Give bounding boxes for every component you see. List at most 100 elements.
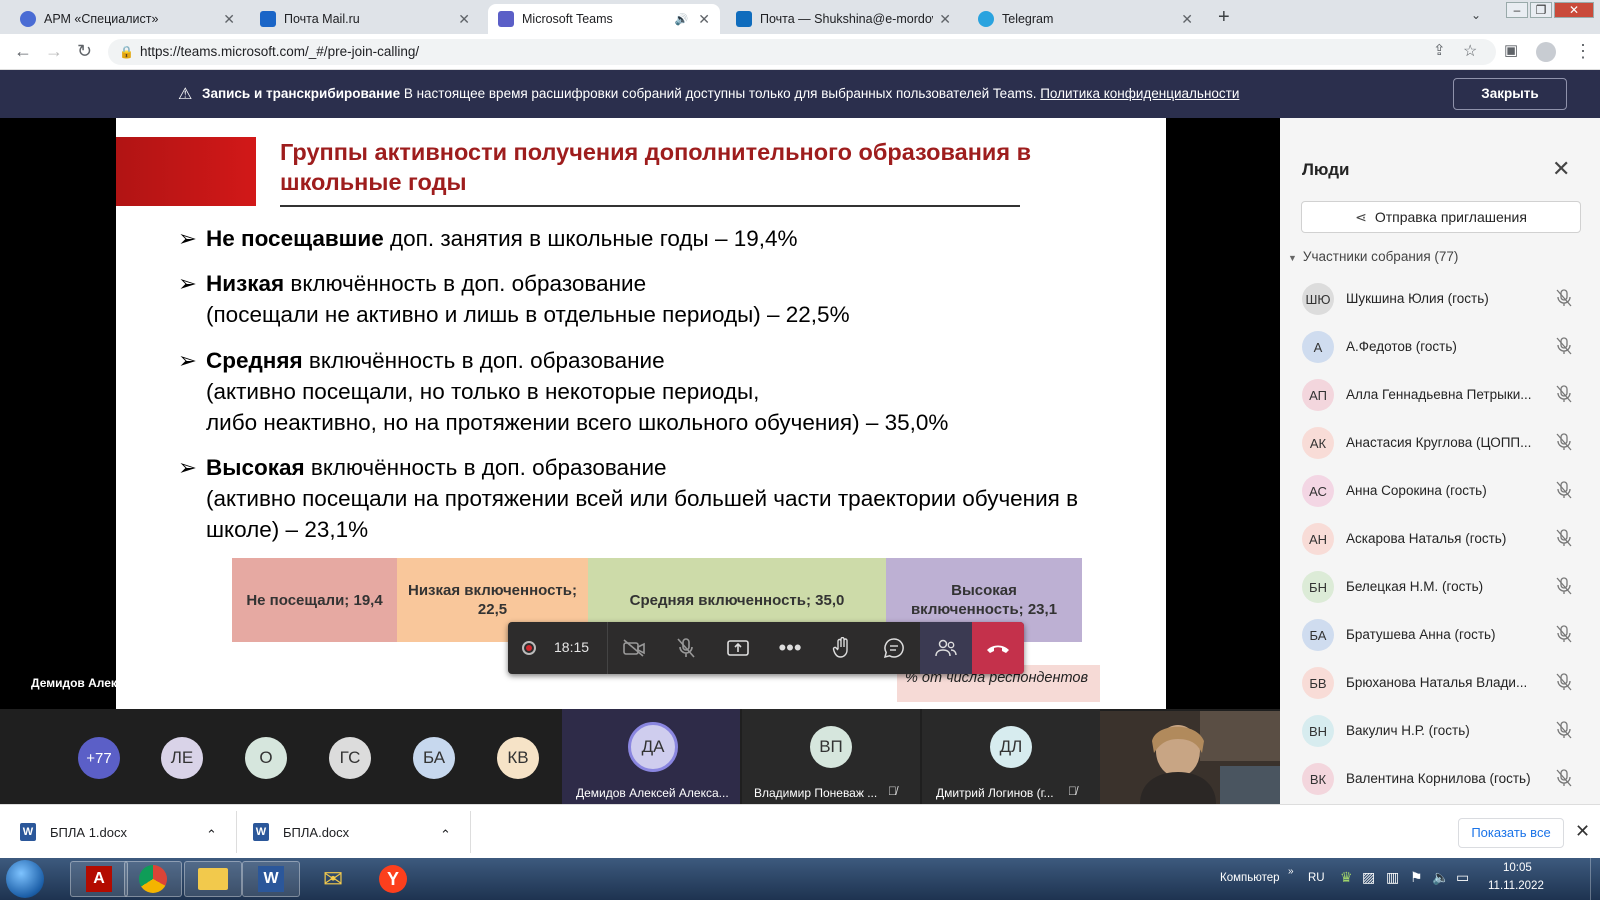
taskbar-acrobat[interactable]: A	[70, 861, 128, 897]
close-tab-icon[interactable]: ✕	[1181, 11, 1193, 28]
mic-off-icon	[677, 638, 695, 658]
tab-teams[interactable]: Microsoft Teams 🔊 ✕	[488, 4, 720, 34]
tray-time[interactable]: 10:05	[1503, 862, 1532, 874]
participant-row[interactable]: ВН Вакулич Н.Р. (гость)	[1280, 708, 1600, 754]
start-button[interactable]	[6, 860, 44, 898]
video-tile-demidov[interactable]: ДА Демидов Алексей Алекса...	[562, 709, 740, 804]
participant-row[interactable]: ШЮ Шукшина Юлия (гость)	[1280, 276, 1600, 322]
close-tab-icon[interactable]: ✕	[223, 11, 235, 28]
bullet-line: (активно посещали, но только в некоторые…	[206, 379, 760, 404]
participant-name: Белецкая Н.М. (гость)	[1346, 579, 1484, 594]
chat-button[interactable]	[868, 622, 920, 674]
taskbar-word[interactable]: W	[242, 861, 300, 897]
more-participants-badge[interactable]: +77	[78, 737, 120, 779]
tab-mailru[interactable]: Почта Mail.ru ✕	[250, 4, 480, 34]
participant-avatar[interactable]: БА	[413, 737, 455, 779]
mic-off-button[interactable]	[660, 622, 712, 674]
arrow-bullet-icon: ➢	[178, 348, 197, 373]
show-all-downloads-button[interactable]: Показать все	[1458, 818, 1564, 848]
minimize-button[interactable]: –	[1506, 2, 1528, 18]
forward-arrow-icon[interactable]: →	[45, 41, 63, 62]
new-tab-button[interactable]: +	[1218, 6, 1230, 29]
tray-monitor-icon[interactable]: ▭	[1456, 869, 1469, 886]
share-icon[interactable]: ⇪	[1433, 41, 1446, 59]
sidepanel-icon[interactable]: ▣	[1504, 41, 1518, 59]
participant-avatar[interactable]: О	[245, 737, 287, 779]
speaker-icon[interactable]: 🔊	[675, 13, 689, 26]
taskbar-chrome[interactable]	[124, 861, 182, 897]
tray-volume-icon[interactable]: 🔈	[1432, 869, 1449, 886]
download-item[interactable]: W БПЛА.docx	[253, 817, 349, 847]
call-controls-bar: 18:15 •••	[508, 622, 1024, 674]
privacy-link[interactable]: Политика конфиденциальности	[1040, 86, 1239, 101]
participant-name: Вакулич Н.Р. (гость)	[1346, 723, 1470, 738]
people-button[interactable]	[920, 622, 972, 674]
video-person-image	[1100, 711, 1280, 804]
tray-flag-icon[interactable]: ⚑	[1410, 869, 1423, 886]
tab-arm[interactable]: АРМ «Специалист» ✕	[10, 4, 245, 34]
close-banner-button[interactable]: Закрыть	[1453, 78, 1567, 110]
tray-computer-label[interactable]: Компьютер	[1220, 872, 1280, 884]
tray-language[interactable]: RU	[1308, 872, 1325, 884]
address-bar[interactable]: 🔒 https://teams.microsoft.com/_#/pre-joi…	[108, 39, 1496, 65]
close-downloads-icon[interactable]: ✕	[1575, 821, 1590, 842]
restore-button[interactable]: ❐	[1530, 2, 1552, 18]
teams-favicon-icon	[498, 11, 514, 27]
participant-row[interactable]: БВ Брюханова Наталья Влади...	[1280, 660, 1600, 706]
taskbar-yandex[interactable]: Y	[364, 861, 422, 897]
send-invite-button[interactable]: ⋖ Отправка приглашения	[1301, 201, 1581, 233]
taskbar-mail-agent[interactable]: ✉	[304, 861, 362, 897]
participant-avatar: АК	[1302, 427, 1334, 459]
participant-row[interactable]: АК Анастасия Круглова (ЦОПП...	[1280, 420, 1600, 466]
participant-row[interactable]: БА Братушева Анна (гость)	[1280, 612, 1600, 658]
tray-app-icon[interactable]: ▨	[1362, 869, 1375, 886]
reload-icon[interactable]: ↻	[77, 41, 92, 62]
participant-row[interactable]: А А.Федотов (гость)	[1280, 324, 1600, 370]
mic-muted-icon	[1556, 337, 1572, 359]
back-arrow-icon[interactable]: ←	[14, 41, 32, 62]
participant-avatar[interactable]: ГС	[329, 737, 371, 779]
camera-video-feed[interactable]	[1100, 711, 1280, 804]
video-tile-ponevazh[interactable]: ВП Владимир Поневаж ... 🎙̸	[742, 709, 920, 804]
tray-date[interactable]: 11.11.2022	[1488, 880, 1544, 892]
participants-section-header[interactable]: ▼ Участники собрания (77)	[1288, 249, 1458, 264]
raise-hand-button[interactable]	[816, 622, 868, 674]
bookmark-star-icon[interactable]: ☆	[1463, 41, 1477, 61]
close-tab-icon[interactable]: ✕	[458, 11, 470, 28]
download-item[interactable]: W БПЛА 1.docx	[20, 817, 127, 847]
participant-avatar: БН	[1302, 571, 1334, 603]
share-screen-button[interactable]	[712, 622, 764, 674]
tray-expand-icon[interactable]: »	[1288, 866, 1294, 877]
tab-search-chevron-icon[interactable]: ⌄	[1471, 8, 1481, 22]
profile-avatar-icon[interactable]	[1536, 42, 1556, 62]
recording-banner: ⚠ Запись и транскрибирование В настоящее…	[0, 70, 1600, 118]
chevron-up-icon[interactable]: ⌃	[440, 820, 451, 850]
participant-avatar[interactable]: КВ	[497, 737, 539, 779]
participant-row[interactable]: АП Алла Геннадьевна Петрыки...	[1280, 372, 1600, 418]
word-doc-icon: W	[20, 823, 36, 841]
close-tab-icon[interactable]: ✕	[698, 11, 710, 28]
close-tab-icon[interactable]: ✕	[939, 11, 951, 28]
close-panel-icon[interactable]: ✕	[1552, 156, 1570, 182]
tab-telegram[interactable]: Telegram ✕	[968, 4, 1203, 34]
download-filename: БПЛА.docx	[283, 824, 350, 840]
more-actions-icon[interactable]: •••	[764, 622, 816, 674]
participant-avatar[interactable]: ЛЕ	[161, 737, 203, 779]
show-desktop-button[interactable]	[1590, 858, 1600, 900]
tray-network-icon[interactable]: ▥	[1386, 869, 1399, 886]
window-close-button[interactable]: ✕	[1554, 2, 1594, 18]
participant-row[interactable]: АС Анна Сорокина (гость)	[1280, 468, 1600, 514]
participant-row[interactable]: ВК Валентина Корнилова (гость)	[1280, 756, 1600, 802]
leave-call-button[interactable]	[972, 622, 1024, 674]
taskbar-explorer[interactable]	[184, 861, 242, 897]
participant-row[interactable]: АН Аскарова Наталья (гость)	[1280, 516, 1600, 562]
participant-row[interactable]: БН Белецкая Н.М. (гость)	[1280, 564, 1600, 610]
camera-off-button[interactable]	[608, 622, 660, 674]
more-menu-icon[interactable]: ⋮	[1574, 41, 1592, 62]
tab-outlook[interactable]: Почта — Shukshina@e-mordovia ✕	[726, 4, 961, 34]
participant-name: Валентина Корнилова (гость)	[1346, 771, 1531, 786]
people-icon	[935, 639, 957, 657]
tray-antivirus-icon[interactable]: ♛	[1340, 869, 1353, 886]
video-tile-loginov[interactable]: ДЛ Дмитрий Логинов (г... 🎙̸	[922, 709, 1100, 804]
chevron-up-icon[interactable]: ⌃	[206, 820, 217, 850]
